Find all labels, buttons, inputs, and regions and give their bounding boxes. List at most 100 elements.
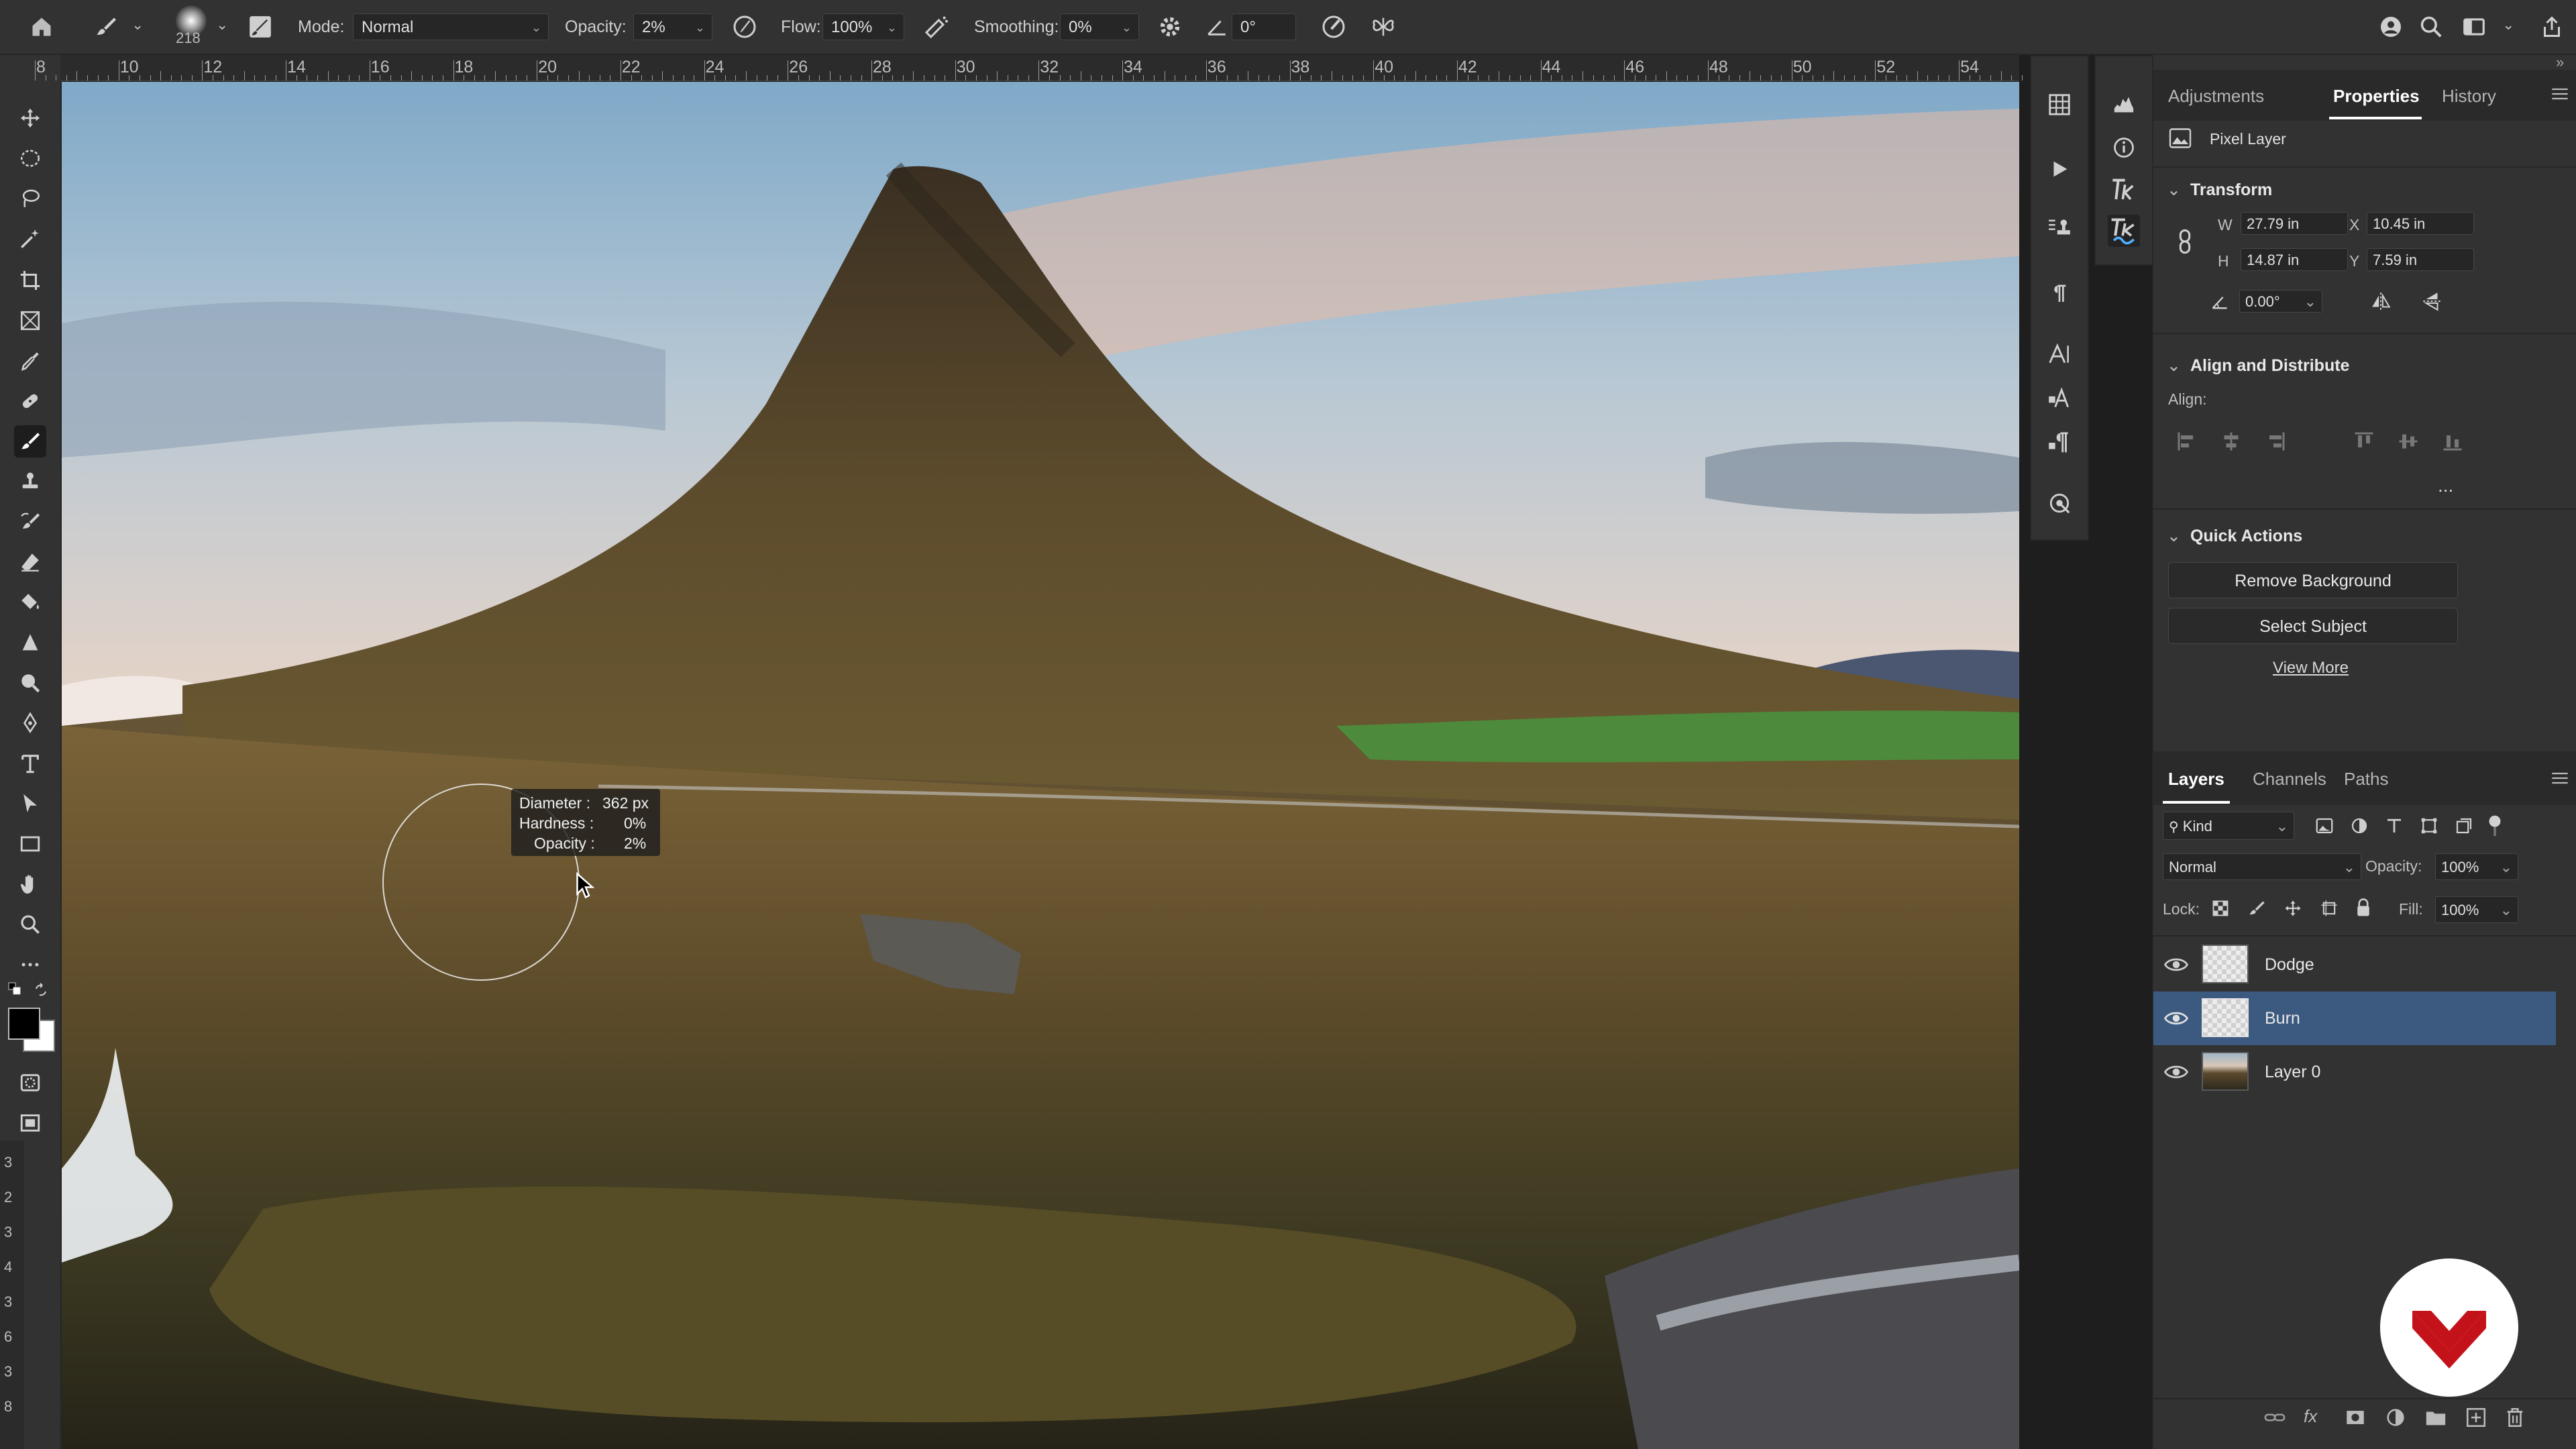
pressure-opacity-icon[interactable] — [729, 11, 761, 43]
more-align-options-button[interactable]: ... — [2438, 475, 2453, 496]
mode-select[interactable]: Normal ⌄ — [353, 13, 549, 40]
fill-field[interactable]: 100% ⌄ — [2435, 896, 2518, 923]
align-section-header[interactable]: ⌄ Align and Distribute — [2167, 356, 2349, 376]
brush-dropdown-chevron-icon[interactable]: ⌄ — [131, 16, 144, 34]
new-layer-icon[interactable] — [2465, 1406, 2487, 1429]
layer-row-layer-0[interactable]: Layer 0 — [2153, 1045, 2556, 1099]
airbrush-icon[interactable] — [920, 11, 953, 43]
type-icon[interactable] — [14, 747, 46, 780]
elliptical-marquee-icon[interactable] — [14, 142, 46, 174]
delete-layer-icon[interactable] — [2504, 1406, 2526, 1429]
document-canvas[interactable]: Diameter : 362 px Hardness : 0% Opacity … — [62, 82, 2019, 1449]
brush-tool-icon[interactable] — [14, 425, 46, 458]
brush-icon[interactable] — [90, 11, 122, 43]
pressure-size-icon[interactable] — [1318, 11, 1350, 43]
quick-mask-icon[interactable] — [14, 1067, 46, 1099]
home-icon[interactable] — [25, 11, 58, 43]
visibility-eye-icon[interactable] — [2164, 954, 2188, 975]
workspace-chevron-icon[interactable]: ⌄ — [2502, 16, 2514, 34]
quick-actions-section-header[interactable]: ⌄ Quick Actions — [2167, 526, 2302, 546]
lock-all-icon[interactable] — [2355, 898, 2372, 918]
align-left-edges-icon[interactable] — [2175, 429, 2199, 453]
align-right-edges-icon[interactable] — [2263, 429, 2288, 453]
character-icon[interactable] — [2043, 338, 2076, 370]
crop-icon[interactable] — [14, 264, 46, 297]
tab-paths[interactable]: Paths — [2344, 769, 2389, 790]
flip-horizontal-icon[interactable] — [2369, 291, 2392, 311]
lock-transparent-icon[interactable] — [2211, 899, 2230, 918]
glyphs-target-icon[interactable] — [2043, 487, 2076, 519]
tab-channels[interactable]: Channels — [2253, 769, 2326, 790]
align-bottom-edges-icon[interactable] — [2440, 429, 2465, 453]
workspace-icon[interactable] — [2458, 11, 2490, 43]
lock-position-icon[interactable] — [2284, 899, 2302, 918]
eyedropper-icon[interactable] — [14, 345, 46, 377]
remove-background-button[interactable]: Remove Background — [2168, 562, 2458, 598]
x-position-field[interactable]: 10.45 in — [2367, 212, 2474, 235]
layer-thumbnail[interactable] — [2202, 945, 2249, 983]
view-more-link[interactable]: View More — [2273, 659, 2349, 678]
filter-kind-select[interactable]: ⚲ Kind ⌄ — [2163, 812, 2294, 840]
path-selection-icon[interactable] — [14, 788, 46, 820]
actions-play-icon[interactable] — [2043, 153, 2076, 185]
flow-field[interactable]: 100% ⌄ — [822, 13, 904, 40]
tab-properties[interactable]: Properties — [2333, 86, 2420, 107]
layer-thumbnail[interactable] — [2202, 998, 2249, 1037]
visibility-eye-icon[interactable] — [2164, 1061, 2188, 1083]
lock-pixels-icon[interactable] — [2247, 899, 2266, 918]
filter-smart-object-icon[interactable] — [2454, 816, 2474, 836]
link-proportions-icon[interactable] — [2175, 228, 2195, 255]
rotation-angle-field[interactable]: 0.00° ⌄ — [2239, 290, 2322, 313]
symmetry-icon[interactable] — [1367, 11, 1399, 43]
filter-type-icon[interactable] — [2384, 816, 2404, 836]
brush-angle-field[interactable]: 0° — [1232, 13, 1296, 40]
paragraph-icon[interactable] — [2043, 278, 2076, 310]
move-tool-icon[interactable] — [14, 102, 46, 134]
frame-icon[interactable] — [14, 305, 46, 337]
layer-opacity-field[interactable]: 100% ⌄ — [2435, 853, 2518, 880]
clone-stamp-icon[interactable] — [14, 466, 46, 498]
brush-preset-chevron-icon[interactable]: ⌄ — [216, 16, 228, 34]
zoom-icon[interactable] — [14, 908, 46, 941]
new-group-icon[interactable] — [2424, 1406, 2447, 1429]
tab-adjustments[interactable]: Adjustments — [2168, 86, 2264, 107]
lock-artboard-icon[interactable] — [2320, 899, 2339, 918]
dodge-icon[interactable] — [14, 667, 46, 699]
share-icon[interactable] — [2536, 11, 2568, 43]
layer-effects-icon[interactable]: fx — [2304, 1406, 2326, 1429]
width-field[interactable]: 27.79 in — [2241, 212, 2348, 235]
layers-menu-icon[interactable] — [2551, 770, 2569, 786]
opacity-field[interactable]: 2% ⌄ — [633, 13, 712, 40]
new-adjustment-layer-icon[interactable] — [2384, 1406, 2407, 1429]
magic-wand-icon[interactable] — [14, 223, 46, 255]
info-icon[interactable] — [2108, 131, 2140, 164]
swatches-grid-icon[interactable] — [2043, 89, 2076, 121]
layer-row-burn[interactable]: Burn — [2153, 991, 2556, 1045]
screen-mode-icon[interactable] — [14, 1107, 46, 1139]
lasso-icon[interactable] — [14, 182, 46, 215]
visibility-eye-icon[interactable] — [2164, 1008, 2188, 1029]
smoothing-field[interactable]: 0% ⌄ — [1060, 13, 1139, 40]
pen-icon[interactable] — [14, 707, 46, 739]
layer-thumbnail[interactable] — [2202, 1052, 2249, 1091]
add-mask-icon[interactable] — [2344, 1406, 2367, 1429]
smoothing-gear-icon[interactable] — [1154, 11, 1186, 43]
healing-brush-icon[interactable] — [14, 385, 46, 417]
align-vertical-centers-icon[interactable] — [2396, 429, 2420, 453]
select-subject-button[interactable]: Select Subject — [2168, 608, 2458, 644]
align-top-edges-icon[interactable] — [2352, 429, 2376, 453]
align-horizontal-centers-icon[interactable] — [2219, 429, 2243, 453]
tk-plugin-secondary-icon[interactable] — [2108, 215, 2140, 247]
tool-presets-icon[interactable] — [2043, 212, 2076, 244]
panel-collapse-icon[interactable]: » — [2556, 54, 2564, 71]
foreground-color-swatch[interactable] — [8, 1008, 40, 1040]
panel-menu-icon[interactable] — [2551, 86, 2569, 102]
hand-icon[interactable] — [14, 868, 46, 900]
flip-vertical-icon[interactable] — [2422, 290, 2442, 313]
paint-bucket-icon[interactable] — [14, 586, 46, 619]
eraser-icon[interactable] — [14, 546, 46, 578]
default-colors-icon[interactable] — [8, 982, 21, 996]
layer-name[interactable]: Layer 0 — [2265, 1063, 2320, 1082]
tab-layers[interactable]: Layers — [2168, 769, 2224, 790]
filter-shape-icon[interactable] — [2419, 816, 2439, 836]
